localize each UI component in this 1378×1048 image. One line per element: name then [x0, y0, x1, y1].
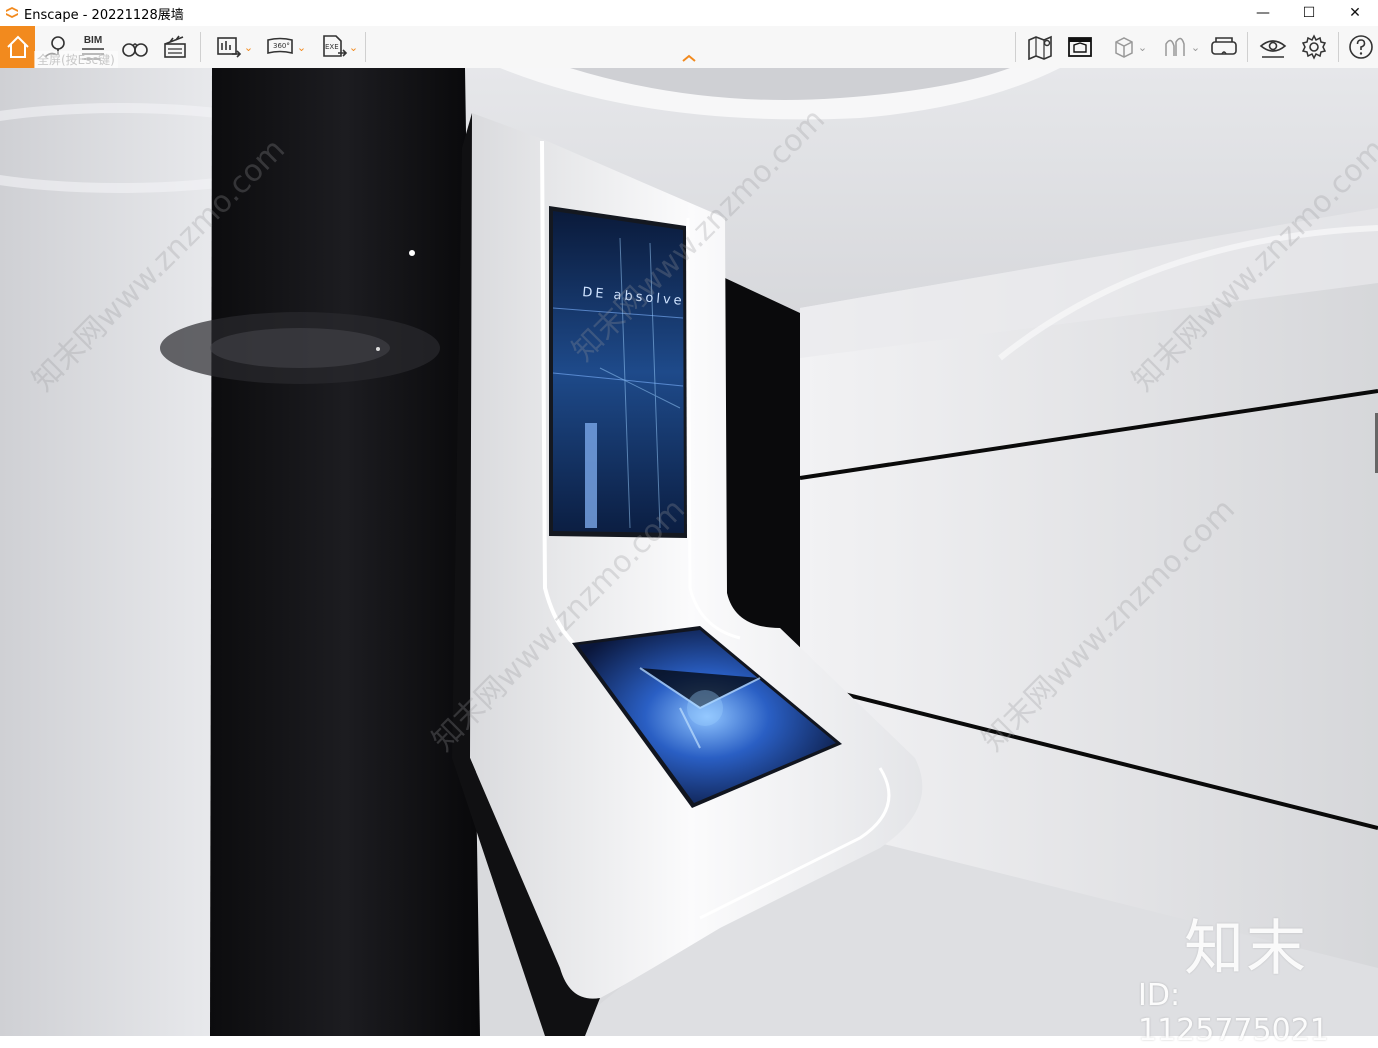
asset-library-icon [1068, 37, 1092, 57]
cube-icon [1115, 37, 1133, 58]
map-icon [1028, 35, 1052, 60]
chevron-down-icon[interactable]: ⌄ [1138, 41, 1147, 54]
binoculars-icon [122, 43, 148, 57]
export-exe-button[interactable]: EXE ⌄ [315, 29, 363, 65]
pano-label: 360° [273, 42, 290, 50]
video-editor-button[interactable] [160, 29, 190, 65]
title-bar: Enscape - 20221128展墙 — ☐ ✕ [0, 0, 1378, 26]
minimize-button[interactable]: — [1240, 0, 1286, 26]
walk-mode-button[interactable] [120, 29, 150, 65]
exe-label: EXE [325, 43, 339, 51]
vr-headset-button[interactable] [1208, 29, 1240, 65]
atmosphere-button[interactable]: ⌄ [1157, 29, 1205, 65]
map-button[interactable] [1025, 29, 1055, 65]
home-icon [6, 35, 29, 58]
material-editor-button[interactable]: ⌄ [1105, 29, 1153, 65]
clapperboard-icon [164, 35, 186, 58]
close-button[interactable]: ✕ [1332, 0, 1378, 26]
atmosphere-icon [1165, 37, 1185, 56]
toolbar-separator [200, 32, 201, 62]
panorama-icon: 360° [267, 37, 293, 55]
window-title: Enscape - 20221128展墙 [24, 7, 184, 23]
panorama-button[interactable]: 360° ⌄ [262, 29, 310, 65]
settings-button[interactable] [1298, 29, 1330, 65]
toolbar-separator [1015, 32, 1016, 62]
render-viewport[interactable]: DE absolve 知末网www.znzmo.com 知末网www.znzmo… [0, 68, 1378, 1036]
toolbar-separator [1338, 32, 1339, 62]
toolbar-separator [365, 32, 366, 62]
chevron-down-icon[interactable]: ⌄ [297, 41, 306, 54]
chevron-down-icon[interactable]: ⌄ [349, 41, 358, 54]
help-button[interactable] [1346, 29, 1376, 65]
enscape-logo-icon [5, 6, 19, 20]
window-controls: — ☐ ✕ [1240, 0, 1378, 26]
collapse-toolbar-icon[interactable] [680, 52, 698, 64]
visual-settings-button[interactable] [1257, 29, 1289, 65]
home-button[interactable] [0, 26, 35, 68]
watermark-id: ID: 1125775021 [1138, 978, 1329, 1048]
watermark-logo: 知末 [1184, 914, 1308, 984]
render-image-button[interactable]: ⌄ [210, 29, 258, 65]
main-toolbar: BIM ⌄ 360° ⌄ EXE ⌄ ⌄ ⌄ 全屏(按Esc键) [0, 26, 1378, 69]
fullscreen-hint: 全屏(按Esc键) [34, 51, 118, 68]
maximize-button[interactable]: ☐ [1286, 0, 1332, 26]
help-icon [1349, 35, 1373, 59]
visual-settings-icon [1259, 40, 1287, 58]
asset-library-button[interactable] [1065, 29, 1095, 65]
bim-label: BIM [83, 34, 103, 46]
settings-gear-icon [1301, 34, 1327, 60]
render-image-icon [217, 37, 242, 58]
toolbar-separator [1247, 32, 1248, 62]
vr-headset-icon [1211, 37, 1237, 55]
chevron-down-icon[interactable]: ⌄ [244, 41, 253, 54]
chevron-down-icon[interactable]: ⌄ [1191, 41, 1200, 54]
exe-export-icon: EXE [323, 35, 348, 57]
